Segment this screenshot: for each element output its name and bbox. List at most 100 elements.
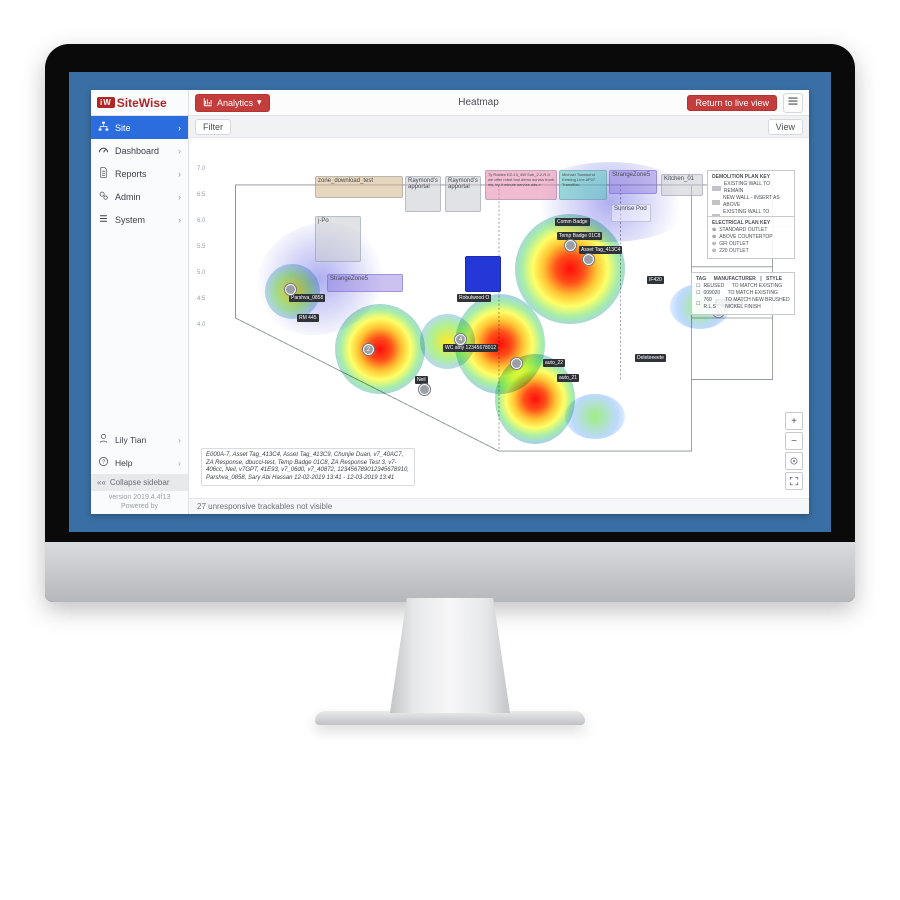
collapse-sidebar[interactable]: «« Collapse sidebar xyxy=(91,474,188,491)
tag-parshva[interactable]: Parshva_0858 xyxy=(289,294,325,302)
axis-label: 7.0 xyxy=(197,166,205,172)
axis-label: 5.0 xyxy=(197,270,205,276)
chevron-right-icon: › xyxy=(178,146,181,156)
recenter-button[interactable] xyxy=(785,452,803,470)
axis-label: 6.5 xyxy=(197,192,205,198)
zone-blue-block[interactable] xyxy=(465,256,501,292)
brand-mark: iW xyxy=(97,97,115,108)
tag-wc[interactable]: WC athy 12345678012 xyxy=(443,344,498,352)
chevron-right-icon: › xyxy=(178,215,181,225)
sidebar-item-dashboard[interactable]: Dashboard › xyxy=(91,139,188,162)
marker[interactable] xyxy=(419,384,430,395)
hamburger-icon xyxy=(787,95,799,110)
marker[interactable] xyxy=(285,284,296,295)
chevron-right-icon: › xyxy=(178,192,181,202)
status-bar: 27 unresponsive trackables not visible xyxy=(189,498,809,514)
marker[interactable] xyxy=(565,240,576,251)
sidebar-user[interactable]: Lily Tian › xyxy=(91,428,188,451)
chevrons-left-icon: «« xyxy=(97,478,106,487)
legend-tag: TAG MANUFACTURER | STYLE ☐REUSED TO MATC… xyxy=(691,272,795,315)
page-title: Heatmap xyxy=(276,97,682,108)
heatmap-canvas[interactable]: 7.0 6.5 6.0 5.5 5.0 4.5 4.0 xyxy=(189,138,809,498)
user-icon xyxy=(98,433,109,446)
sidebar-user-name: Lily Tian xyxy=(115,435,146,445)
return-live-button[interactable]: Return to live view xyxy=(687,95,777,111)
monitor-frame: iW SiteWise Site › xyxy=(45,44,855,725)
view-label: View xyxy=(776,122,795,132)
sidebar-item-reports[interactable]: Reports › xyxy=(91,162,188,185)
status-text: 27 unresponsive trackables not visible xyxy=(197,502,332,511)
sidebar-item-admin[interactable]: Admin › xyxy=(91,185,188,208)
zone-raymond2[interactable]: Raymond's apportal xyxy=(445,176,481,212)
sidebar-version: version 2019.4.4f13 Powered by xyxy=(91,491,188,514)
chart-icon xyxy=(203,97,213,109)
sidebar-item-site[interactable]: Site › xyxy=(91,116,188,139)
zone-note[interactable]: Ty Rolden E2-14_4W Sub_2.2-R-0 we offer … xyxy=(485,170,557,200)
tag-comm[interactable]: Comm Badge xyxy=(555,218,590,226)
analytics-dropdown[interactable]: Analytics ▾ xyxy=(195,94,270,112)
tag-auto22[interactable]: auto_22 xyxy=(543,359,565,367)
monitor-stand-foot xyxy=(315,711,585,725)
return-label: Return to live view xyxy=(695,98,769,108)
zone-note-right[interactable]: Michael Townsend Existing Line AF07 Tran… xyxy=(559,170,607,200)
axis-label: 4.0 xyxy=(197,322,205,328)
chevron-right-icon: › xyxy=(178,435,181,445)
file-icon xyxy=(98,167,109,180)
marker[interactable] xyxy=(583,254,594,265)
marker-4[interactable]: 4 xyxy=(455,334,466,345)
marker-2[interactable]: 2 xyxy=(363,344,374,355)
tag-delete[interactable]: Deleteeeete xyxy=(635,354,666,362)
list-icon xyxy=(98,213,109,226)
zone-raymond1[interactable]: Raymond's apportal xyxy=(405,176,441,212)
zone-strange2[interactable]: StrangeZone5 xyxy=(327,274,403,292)
sidebar-item-label: Reports xyxy=(115,169,147,179)
zone-download-test[interactable]: zone_download_test xyxy=(315,176,403,198)
tag-robulwood[interactable]: Robulwood O xyxy=(457,294,491,302)
collapse-label: Collapse sidebar xyxy=(110,478,170,487)
main-area: Analytics ▾ Heatmap Return to live view xyxy=(189,90,809,514)
filter-button[interactable]: Filter xyxy=(195,119,231,135)
sidebar-help-label: Help xyxy=(115,458,132,468)
zone-jpo[interactable]: j-Po xyxy=(315,216,361,262)
monitor-chin xyxy=(45,542,855,602)
sidebar-item-label: Admin xyxy=(115,192,141,202)
chevron-right-icon: › xyxy=(178,123,181,133)
gauge-icon xyxy=(98,144,109,157)
axis-label: 4.5 xyxy=(197,296,205,302)
hamburger-button[interactable] xyxy=(783,93,803,113)
sidebar-item-system[interactable]: System › xyxy=(91,208,188,231)
tag-if420[interactable]: IF420 xyxy=(647,276,664,284)
sidebar-item-label: System xyxy=(115,215,145,225)
caret-down-icon: ▾ xyxy=(257,97,262,108)
filter-label: Filter xyxy=(203,122,223,132)
marker[interactable] xyxy=(511,358,522,369)
toolbar: Filter View xyxy=(189,116,809,138)
zone-strange[interactable]: StrangeZone5 xyxy=(609,170,657,194)
monitor-bezel: iW SiteWise Site › xyxy=(45,44,855,602)
tag-asset[interactable]: Asset Tag_413C4 xyxy=(579,246,622,254)
app-window: iW SiteWise Site › xyxy=(91,90,809,514)
cogs-icon xyxy=(98,190,109,203)
help-icon: ? xyxy=(98,456,109,469)
axis-label: 5.5 xyxy=(197,244,205,250)
view-button[interactable]: View xyxy=(768,119,803,135)
zoom-out-button[interactable]: − xyxy=(785,432,803,450)
tag-neil[interactable]: Neil xyxy=(415,376,428,384)
zone-kitchen[interactable]: Kitchen_01 xyxy=(661,174,703,196)
sidebar-item-label: Site xyxy=(115,123,131,133)
sidebar: iW SiteWise Site › xyxy=(91,90,189,514)
sidebar-nav: Site › Dashboard › xyxy=(91,116,188,231)
analytics-label: Analytics xyxy=(217,98,253,108)
sidebar-help[interactable]: ? Help › xyxy=(91,451,188,474)
zoom-in-button[interactable]: + xyxy=(785,412,803,430)
chevron-right-icon: › xyxy=(178,458,181,468)
tag-auto21[interactable]: auto_21 xyxy=(557,374,579,382)
tag-temp-badge[interactable]: Temp Badge 01C8 xyxy=(557,232,602,240)
selection-info-card: E000A-7, Asset Tag_413C4, Asset Tag_413C… xyxy=(201,448,415,486)
brand-name: SiteWise xyxy=(117,96,167,110)
sitemap-icon xyxy=(98,121,109,134)
fullscreen-button[interactable] xyxy=(785,472,803,490)
sidebar-footer: Lily Tian › ? Help › «« Collapse xyxy=(91,428,188,514)
zone-sunrise[interactable]: Sunrise Pod xyxy=(611,204,651,222)
tag-rm445[interactable]: RM 445 xyxy=(297,314,319,322)
